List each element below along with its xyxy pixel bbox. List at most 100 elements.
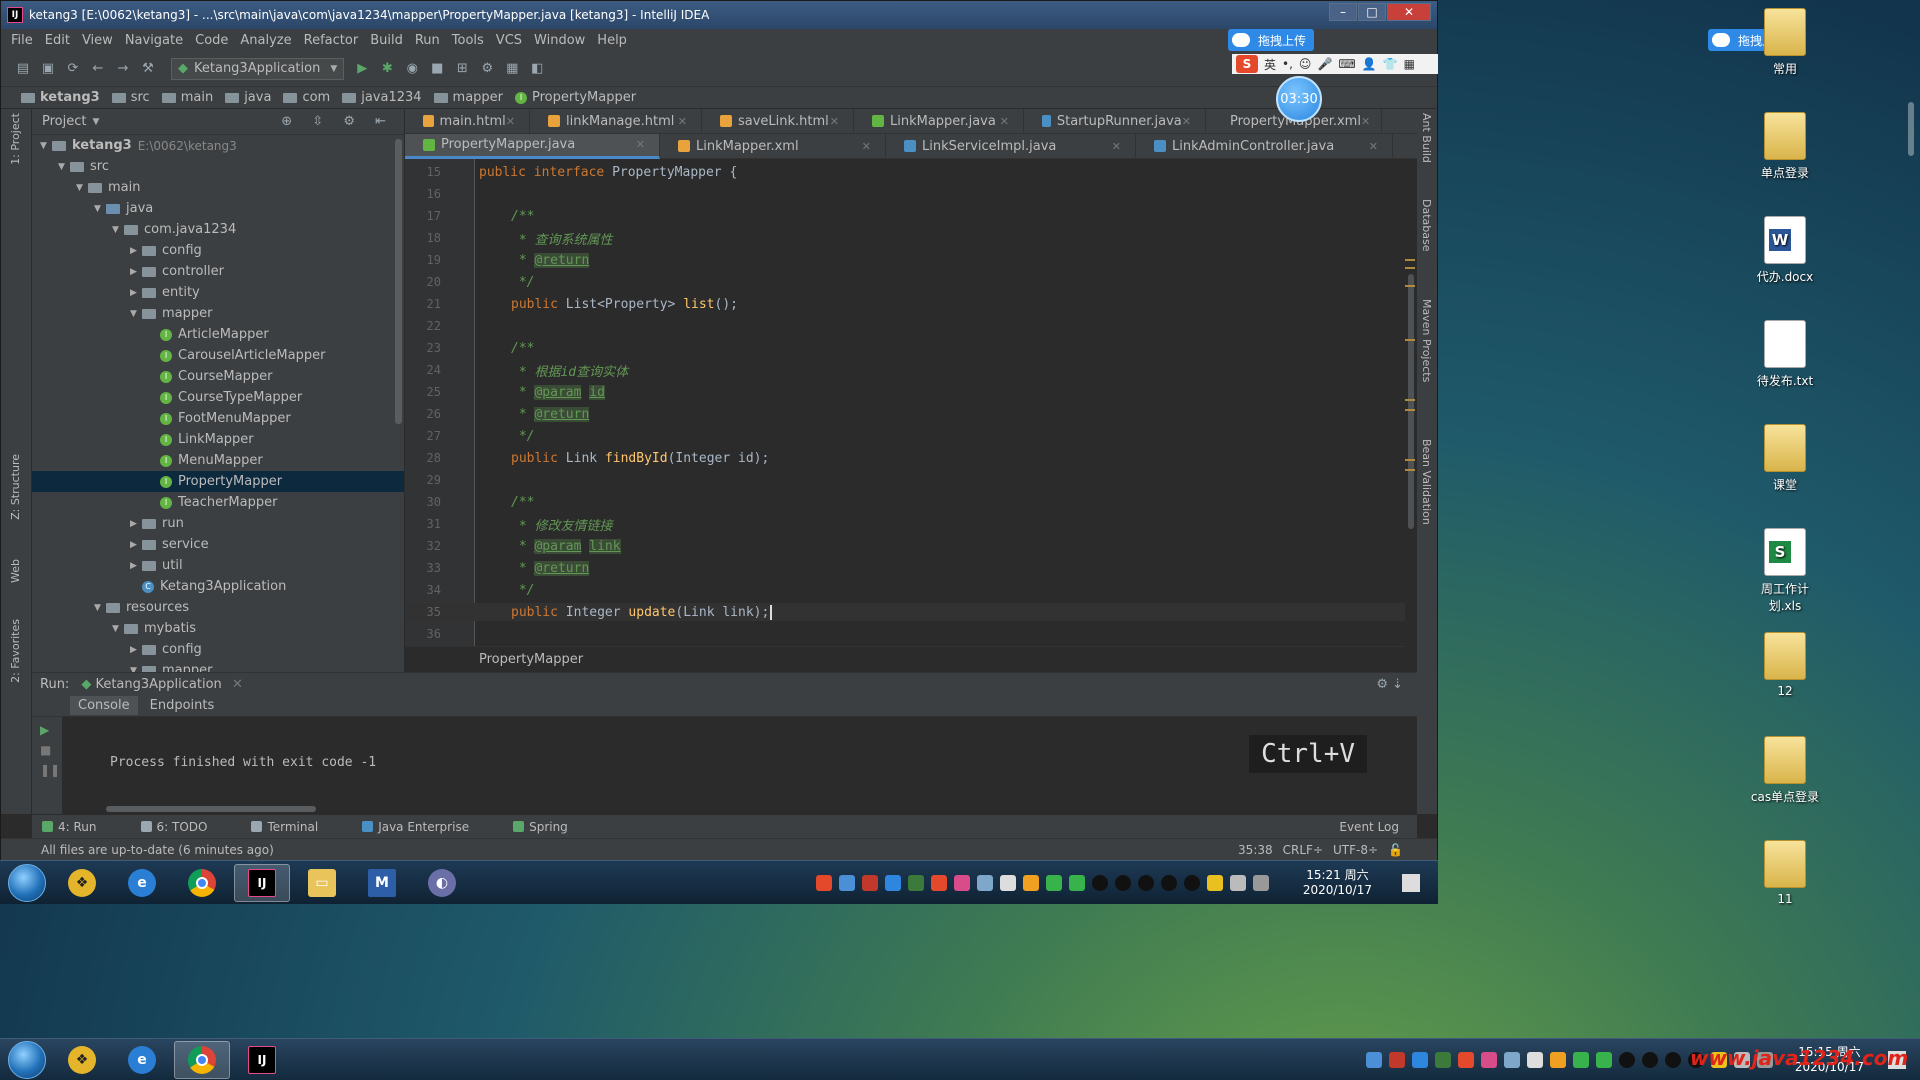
red-tray-icon[interactable] [1388,1051,1405,1068]
panel-actions[interactable]: ⊕ ⇳ ⚙ ⇤ [281,114,394,129]
network-tray-icon[interactable] [976,874,993,891]
tree-item[interactable]: ▼ ketang3 E:\0062\ketang3 [32,135,404,156]
menu-window[interactable]: Window [534,33,585,48]
chevron-down-icon[interactable]: ▼ [94,603,106,613]
qq-tray-icon[interactable] [1137,874,1154,891]
tree-item[interactable]: ▼ java [32,198,404,219]
project-tool-tab[interactable]: 1: Project [9,113,22,165]
settings-icon[interactable]: ⚙ [479,61,495,77]
debug-icon[interactable]: ✱ [379,61,395,77]
code-line[interactable]: 24 * 根据id查询实体 [405,361,1405,380]
taskbar-app-other[interactable]: ◐ [414,864,470,902]
menu-navigate[interactable]: Navigate [125,33,183,48]
run-icon[interactable]: ▶ [354,61,370,77]
tree-item[interactable]: I CourseMapper [32,366,404,387]
taskbar-app-chrome[interactable] [174,864,230,902]
taskbar-app-browser[interactable]: e [114,1041,170,1079]
editor-tab[interactable]: linkManage.html ✕ [530,108,702,134]
tree-item[interactable]: ▶ run [32,513,404,534]
code-line[interactable]: 32 * @param link [405,537,1405,555]
cube-tray-icon[interactable] [1365,1051,1382,1068]
volume-icon[interactable] [1229,874,1246,891]
bean-validation-tool-tab[interactable]: Bean Validation [1420,439,1433,525]
breadcrumb-item[interactable]: ketang3 [21,90,100,105]
qq-tray-icon[interactable] [1641,1051,1658,1068]
tab-endpoints[interactable]: Endpoints [142,696,223,715]
mic-icon[interactable]: 🎤 [1317,57,1332,71]
menu-edit[interactable]: Edit [45,33,70,48]
close-tab-icon[interactable]: ✕ [1112,140,1121,153]
flower-tray-icon[interactable] [1480,1051,1497,1068]
close-tab-icon[interactable]: ✕ [1361,115,1370,128]
code-line[interactable]: 31 * 修改友情链接 [405,515,1405,534]
close-tab-icon[interactable]: ✕ [1369,140,1378,153]
run-panel-actions[interactable]: ⚙ ⇣ [1376,677,1403,692]
cube-tray-icon[interactable] [838,874,855,891]
run-config-select[interactable]: ◆ Ketang3Application ▼ [171,57,345,80]
caret-position[interactable]: 35:38 [1238,843,1273,857]
code-line[interactable]: 17 /** [405,207,1405,225]
menu-refactor[interactable]: Refactor [304,33,359,48]
web-tool-tab[interactable]: Web [9,559,22,583]
bottom-tab[interactable]: Java Enterprise [362,820,491,834]
menu-file[interactable]: File [11,33,33,48]
minimize-button[interactable]: – [1329,3,1357,21]
ant-build-tool-tab[interactable]: Ant Build [1420,113,1433,163]
qq-tray-icon[interactable] [1160,874,1177,891]
chevron-down-icon[interactable]: ▼ [130,309,142,319]
close-tab-icon[interactable]: ✕ [1182,115,1191,128]
event-log-button[interactable]: Event Log [1339,820,1399,834]
database-tool-tab[interactable]: Database [1420,199,1433,252]
breadcrumb-item[interactable]: com [283,90,330,105]
desktop-icon[interactable]: 课堂 [1745,424,1825,493]
maven-tool-tab[interactable]: Maven Projects [1420,299,1433,382]
breadcrumb-item[interactable]: main [161,90,213,105]
desktop-icon[interactable]: 待发布.txt [1745,320,1825,389]
network-tray-icon[interactable] [1503,1051,1520,1068]
device-tray-icon[interactable] [999,874,1016,891]
shield-tray-icon[interactable] [1411,1051,1428,1068]
lock-icon[interactable]: 🔓 [1388,843,1403,857]
menu-build[interactable]: Build [370,33,403,48]
tree-item[interactable]: ▶ config [32,240,404,261]
chevron-right-icon[interactable]: ▶ [130,519,142,529]
menu-view[interactable]: View [82,33,113,48]
line-separator[interactable]: CRLF÷ [1283,843,1323,857]
sync-icon[interactable]: ⟳ [65,61,81,77]
emoji-icon[interactable]: ☺ [1299,57,1312,71]
save-icon[interactable]: ▣ [40,61,56,77]
chevron-right-icon[interactable]: ▶ [130,540,142,550]
grid-icon[interactable]: ▦ [1404,57,1415,71]
s-tray-icon[interactable] [930,874,947,891]
tree-item[interactable]: I MenuMapper [32,450,404,471]
rerun-icon[interactable]: ▶ [32,717,62,737]
bottom-tab[interactable]: Spring [513,820,590,834]
code-line[interactable]: 29 [405,471,1405,489]
timer-badge[interactable]: 03:30 [1276,76,1322,122]
back-icon[interactable]: ← [90,61,106,77]
yellow-tray-icon[interactable] [1206,874,1223,891]
menu-vcs[interactable]: VCS [496,33,522,48]
code-line[interactable]: 23 /** [405,339,1405,357]
taskbar-app-qq[interactable]: ❖ [54,864,110,902]
taskbar-app-explorer[interactable]: ▭ [294,864,350,902]
editor-tab[interactable]: PropertyMapper.java ✕ [405,133,660,159]
s-tray-icon[interactable] [1457,1051,1474,1068]
editor-scroll-thumb[interactable] [1408,274,1414,529]
qq-tray-icon[interactable] [1091,874,1108,891]
taskbar-app-editor[interactable]: M [354,864,410,902]
tab-console[interactable]: Console [70,696,138,715]
structure-icon[interactable]: ⊞ [454,61,470,77]
tree-item[interactable]: I PropertyMapper [32,471,404,492]
code-line[interactable]: 27 */ [405,427,1405,445]
close-tab-icon[interactable]: ✕ [830,115,839,128]
code-line[interactable]: 28 public Link findById(Integer id); [405,449,1405,467]
taskbar-app-intellij[interactable]: IJ [234,1041,290,1079]
chevron-down-icon[interactable]: ▼ [58,162,70,172]
breadcrumb-item[interactable]: java [225,90,271,105]
build-icon[interactable]: ⚒ [140,61,156,77]
code-line[interactable]: 33 * @return [405,559,1405,577]
wechat-tray-icon[interactable] [1045,874,1062,891]
tree-scrollbar[interactable] [395,139,402,424]
editor-breadcrumb[interactable]: PropertyMapper [405,646,1405,672]
